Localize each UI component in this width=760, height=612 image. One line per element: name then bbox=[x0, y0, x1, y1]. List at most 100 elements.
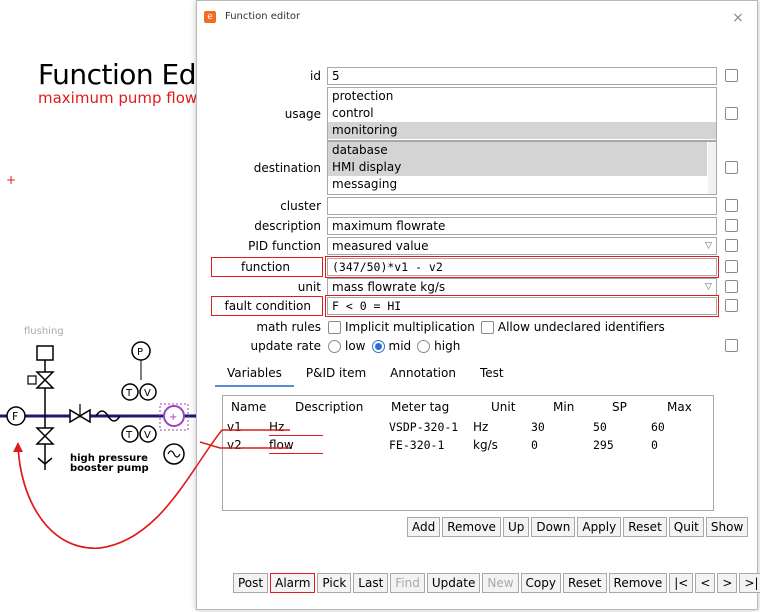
new-button[interactable]: New bbox=[482, 573, 519, 593]
temperature-instrument-label: T bbox=[125, 430, 133, 441]
rate-low-radio[interactable] bbox=[328, 339, 341, 353]
window-title: Function editor bbox=[225, 11, 301, 22]
cell-meter-tag: FE-320-1 bbox=[389, 438, 445, 452]
implicit-multiplication-checkbox[interactable] bbox=[328, 320, 341, 334]
usage-option-control[interactable]: control bbox=[328, 105, 716, 122]
row-underline bbox=[269, 453, 323, 454]
rate-high-radio[interactable] bbox=[417, 339, 431, 353]
header-sp[interactable]: SP bbox=[612, 398, 627, 416]
destination-list[interactable]: database HMI display messaging bbox=[327, 141, 717, 195]
header-unit[interactable]: Unit bbox=[491, 398, 515, 416]
function-checkbox[interactable] bbox=[725, 260, 738, 273]
cell-sp: 50 bbox=[593, 420, 607, 434]
apply-button[interactable]: Apply bbox=[577, 517, 622, 537]
function-editor-dialog: e Function editor × id 5 usage protectio… bbox=[196, 0, 760, 610]
header-max[interactable]: Max bbox=[667, 398, 692, 416]
post-button[interactable]: Post bbox=[233, 573, 269, 593]
vibration-instrument-label: V bbox=[144, 430, 151, 441]
last-record-button[interactable]: >| bbox=[739, 573, 760, 593]
tab-pid-item[interactable]: P&ID item bbox=[294, 361, 378, 387]
alarm-button[interactable]: Alarm bbox=[270, 573, 316, 593]
up-button[interactable]: Up bbox=[502, 517, 530, 537]
plus-mark: + bbox=[6, 173, 16, 187]
first-record-button[interactable]: |< bbox=[669, 573, 694, 593]
app-icon: e bbox=[204, 11, 216, 23]
unit-dropdown[interactable]: mass flowrate kg/s bbox=[327, 278, 717, 296]
usage-option-monitoring[interactable]: monitoring bbox=[328, 122, 716, 139]
record-button-row: Post Alarm Pick Last Find Update New Cop… bbox=[233, 573, 760, 593]
table-button-row: Add Remove Up Down Apply Reset Quit Show bbox=[407, 517, 750, 537]
annotation-arrowhead bbox=[13, 442, 23, 452]
find-button[interactable]: Find bbox=[390, 573, 425, 593]
pid-function-value: measured value bbox=[332, 239, 429, 253]
tab-test[interactable]: Test bbox=[468, 361, 516, 387]
copy-button[interactable]: Copy bbox=[520, 573, 561, 593]
close-button[interactable]: × bbox=[729, 9, 747, 27]
rate-mid-label: mid bbox=[388, 339, 412, 353]
usage-list[interactable]: protection control monitoring bbox=[327, 87, 717, 141]
description-field[interactable]: maximum flowrate bbox=[327, 217, 717, 235]
valve-symbol bbox=[35, 371, 55, 382]
tab-variables[interactable]: Variables bbox=[215, 361, 294, 387]
chevron-down-icon[interactable]: ▽ bbox=[705, 282, 712, 292]
update-button[interactable]: Update bbox=[426, 573, 481, 593]
id-checkbox[interactable] bbox=[725, 69, 738, 82]
remove-record-button[interactable]: Remove bbox=[608, 573, 668, 593]
description-label: description bbox=[254, 219, 321, 233]
quit-button[interactable]: Quit bbox=[668, 517, 704, 537]
cell-name: v1 bbox=[227, 420, 242, 434]
down-button[interactable]: Down bbox=[531, 517, 576, 537]
last-button[interactable]: Last bbox=[353, 573, 389, 593]
row-underline bbox=[269, 435, 323, 436]
valve-symbol bbox=[35, 427, 55, 438]
description-checkbox[interactable] bbox=[725, 219, 738, 232]
rate-mid-radio[interactable] bbox=[371, 339, 385, 353]
pid-function-checkbox[interactable] bbox=[725, 239, 738, 252]
cell-unit: Hz bbox=[473, 420, 489, 434]
pid-function-label: PID function bbox=[248, 239, 321, 253]
variables-table[interactable]: Name Description Meter tag Unit Min SP M… bbox=[222, 395, 714, 511]
allow-undeclared-checkbox[interactable] bbox=[480, 320, 494, 334]
pressure-instrument-label: P bbox=[137, 347, 143, 358]
destination-scrollbar[interactable] bbox=[708, 142, 716, 194]
flush-vessel bbox=[36, 345, 54, 361]
cell-sp: 295 bbox=[593, 438, 614, 452]
show-button[interactable]: Show bbox=[705, 517, 749, 537]
usage-option-protection[interactable]: protection bbox=[328, 88, 716, 105]
valve-symbol bbox=[35, 378, 55, 389]
destination-option-messaging[interactable]: messaging bbox=[328, 176, 716, 193]
implicit-multiplication-label: Implicit multiplication bbox=[345, 320, 475, 334]
add-button[interactable]: Add bbox=[407, 517, 441, 537]
update-rate-label: update rate bbox=[250, 339, 321, 353]
valve-symbol bbox=[35, 434, 55, 445]
reset-table-button[interactable]: Reset bbox=[623, 517, 667, 537]
tab-bar: Variables P&ID item Annotation Test bbox=[215, 361, 516, 387]
pick-button[interactable]: Pick bbox=[317, 573, 352, 593]
update-rate-checkbox[interactable] bbox=[725, 339, 738, 352]
header-name[interactable]: Name bbox=[231, 398, 266, 416]
header-description[interactable]: Description bbox=[295, 398, 363, 416]
previous-record-button[interactable]: < bbox=[695, 573, 716, 593]
destination-checkbox[interactable] bbox=[725, 161, 738, 174]
next-record-button[interactable]: > bbox=[717, 573, 738, 593]
fault-condition-checkbox[interactable] bbox=[725, 299, 738, 312]
id-label: id bbox=[310, 69, 321, 83]
destination-option-database[interactable]: database bbox=[328, 142, 707, 159]
chevron-down-icon[interactable]: ▽ bbox=[705, 241, 712, 251]
destination-option-hmi[interactable]: HMI display bbox=[328, 159, 707, 176]
rate-high-label: high bbox=[434, 339, 461, 353]
reset-record-button[interactable]: Reset bbox=[562, 573, 607, 593]
pid-function-dropdown[interactable]: measured value bbox=[327, 237, 717, 255]
header-meter-tag[interactable]: Meter tag bbox=[391, 398, 449, 416]
header-min[interactable]: Min bbox=[553, 398, 574, 416]
tab-annotation[interactable]: Annotation bbox=[378, 361, 468, 387]
id-field[interactable]: 5 bbox=[327, 67, 717, 85]
math-rules-label: math rules bbox=[256, 320, 321, 334]
cell-name: v2 bbox=[227, 438, 242, 452]
cluster-field[interactable] bbox=[327, 197, 717, 215]
remove-variable-button[interactable]: Remove bbox=[442, 517, 501, 537]
unit-checkbox[interactable] bbox=[725, 280, 738, 293]
destination-label: destination bbox=[253, 161, 321, 175]
cluster-checkbox[interactable] bbox=[725, 199, 738, 212]
usage-checkbox[interactable] bbox=[725, 107, 738, 120]
